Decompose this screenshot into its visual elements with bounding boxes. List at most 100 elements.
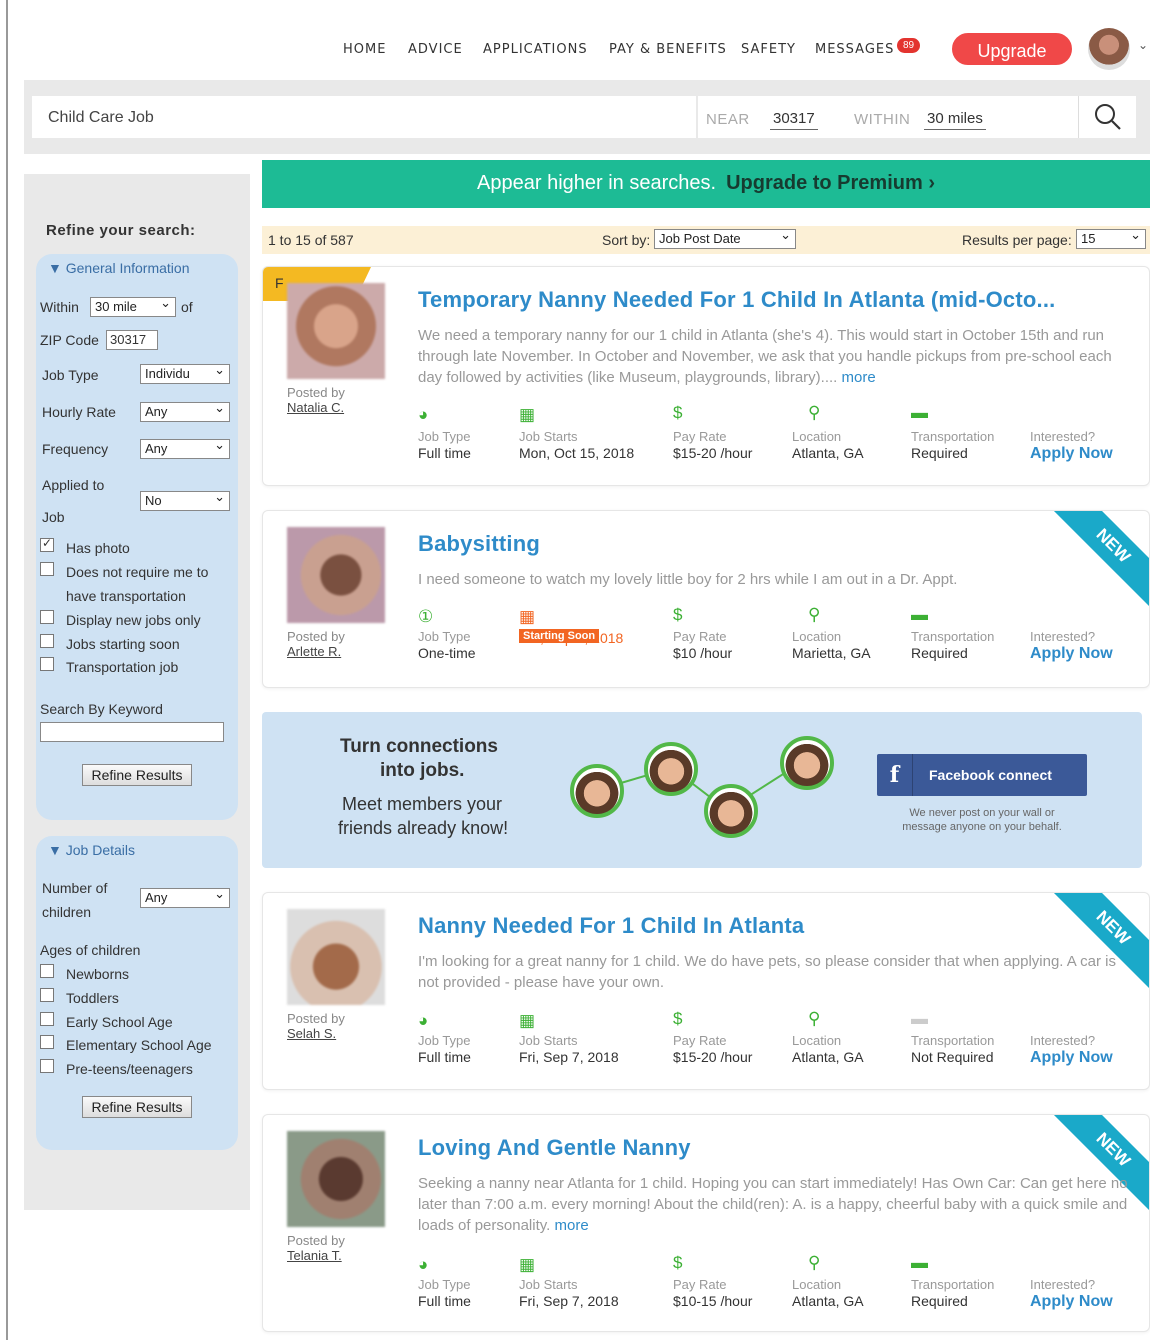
premium-promo-banner[interactable]: Appear higher in searches. Upgrade to Pre… [262,160,1150,208]
job-card[interactable]: NEW Posted by Arlette R. Babysitting I n… [262,510,1150,688]
transport-job-label: Transportation job [66,659,179,675]
interested-label: Interested? [1030,1033,1096,1048]
job-title-link[interactable]: Babysitting [418,531,540,557]
member-avatar [644,742,698,796]
age-early-school-checkbox[interactable] [40,1012,54,1026]
nav-home[interactable]: HOME [343,42,386,57]
job-title-link[interactable]: Loving And Gentle Nanny [418,1135,691,1161]
apply-now-link[interactable]: Apply Now [1030,445,1113,463]
job-title-link[interactable]: Nanny Needed For 1 Child In Atlanta [418,913,804,939]
job-starts-meta: Starting SoonSat, Sep 8, 2018 [519,629,623,646]
job-details-panel: ▼ Job Details Number of children Any Age… [36,836,238,1150]
poster-name-link[interactable]: Natalia C. [287,400,344,415]
facebook-icon: f [877,754,913,796]
age-elementary-checkbox[interactable] [40,1035,54,1049]
location-label: Location [792,1277,842,1292]
pay-rate-value: $15-20 /hour [673,1049,753,1065]
within-label: WITHIN [854,111,911,128]
pay-rate-label: Pay Rate [673,629,727,644]
starting-soon-checkbox[interactable] [40,634,54,648]
search-input[interactable]: Child Care Job [32,96,696,138]
frequency-select[interactable]: Any [140,437,230,459]
apply-now-link[interactable]: Apply Now [1030,645,1113,663]
messages-count-badge: 89 [897,38,921,53]
upgrade-button[interactable]: Upgrade [950,31,1074,67]
within-label: Within [40,299,79,315]
age-newborns-checkbox[interactable] [40,964,54,978]
new-jobs-checkbox[interactable] [40,610,54,624]
transportation-label: Transportation [911,629,995,644]
poster-name-link[interactable]: Selah S. [287,1026,336,1041]
upgrade-premium-link[interactable]: Upgrade to Premium › [726,172,935,194]
poster-name-link[interactable]: Arlette R. [287,644,341,659]
nav-pay-benefits[interactable]: PAY & BENEFITS [609,42,727,57]
location-pin-icon: ⚲ [808,1253,821,1272]
apply-now-link[interactable]: Apply Now [1030,1049,1113,1067]
job-poster-photo[interactable] [287,527,385,623]
refine-results-button-2[interactable]: Refine Results [82,1096,192,1118]
dollar-icon: $ [673,403,683,422]
job-poster-photo[interactable] [287,909,385,1005]
keyword-input[interactable] [40,722,224,742]
more-link[interactable]: more [842,369,876,386]
general-info-toggle[interactable]: ▼ General Information [48,260,189,276]
poster-name-link[interactable]: Telania T. [287,1248,342,1263]
search-button[interactable] [1078,96,1136,138]
within-select[interactable]: 30 mile [90,295,176,317]
within-input[interactable]: 30 miles [924,110,986,130]
chevron-down-icon[interactable]: ⌄ [1138,38,1148,52]
job-card[interactable]: F Posted by Natalia C. Temporary Nanny N… [262,266,1150,486]
has-photo-checkbox[interactable] [40,536,54,552]
job-type-value: Full time [418,445,471,461]
job-type-meta: Job Type Full time [418,1033,471,1065]
featured-badge-text: F [275,275,284,291]
location-label: Location [792,629,842,644]
sort-select[interactable]: Job Post Date [654,227,796,249]
user-avatar[interactable] [1088,28,1130,70]
job-type-select[interactable]: Individu [140,364,230,384]
refine-title: Refine your search: [46,222,196,239]
job-card[interactable]: NEW Posted by Telania T. Loving And Gent… [262,1114,1150,1332]
per-page-select[interactable]: 15 [1076,227,1146,249]
dollar-icon: $ [673,605,683,624]
job-starts-label: Job Starts [519,1277,578,1292]
pay-rate-meta: Pay Rate $10 /hour [673,629,732,661]
transportation-meta: Transportation Required [911,629,994,661]
job-type-label: Job Type [42,367,99,383]
new-jobs-label: Display new jobs only [66,612,201,628]
interested-meta: Interested? Apply Now [1030,1277,1113,1311]
search-icon [1095,104,1121,130]
job-type-label: Job Type [418,429,471,444]
nav-safety[interactable]: SAFETY [741,42,796,57]
job-title-link[interactable]: Temporary Nanny Needed For 1 Child In At… [418,287,1055,313]
no-transport-checkbox[interactable] [40,562,54,576]
transportation-value: Not Required [911,1049,994,1065]
zip-input[interactable]: 30317 [106,330,158,350]
privacy-note: We never post on your wall or message any… [877,806,1087,834]
job-poster-photo[interactable] [287,283,385,379]
location-value: Atlanta, GA [792,1293,864,1309]
facebook-connect-button[interactable]: f Facebook connect [877,754,1087,796]
job-card[interactable]: NEW Posted by Selah S. Nanny Needed For … [262,892,1150,1090]
near-input[interactable]: 30317 [770,110,818,130]
age-toddlers-checkbox[interactable] [40,988,54,1002]
transport-job-checkbox[interactable] [40,657,54,671]
job-poster-photo[interactable] [287,1131,385,1227]
location-meta: Location Atlanta, GA [792,1033,864,1065]
calendar-icon: ▦ [519,405,536,424]
hourly-rate-select[interactable]: Any [140,400,230,422]
refine-sidebar: Refine your search: ▼ General Informatio… [24,174,250,1210]
nav-messages[interactable]: MESSAGES [815,42,894,57]
nav-applications[interactable]: APPLICATIONS [483,42,588,57]
apply-now-link[interactable]: Apply Now [1030,1293,1113,1311]
age-preteens-checkbox[interactable] [40,1059,54,1073]
of-label: of [181,299,193,315]
job-details-toggle[interactable]: ▼ Job Details [48,842,135,858]
refine-results-button[interactable]: Refine Results [82,764,192,786]
has-photo-label: Has photo [66,540,130,556]
applied-select[interactable]: No [140,489,230,511]
num-children-select[interactable]: Any [140,886,230,908]
more-link[interactable]: more [554,1217,588,1234]
calendar-icon: ▦ [519,607,536,626]
nav-advice[interactable]: ADVICE [408,42,463,57]
